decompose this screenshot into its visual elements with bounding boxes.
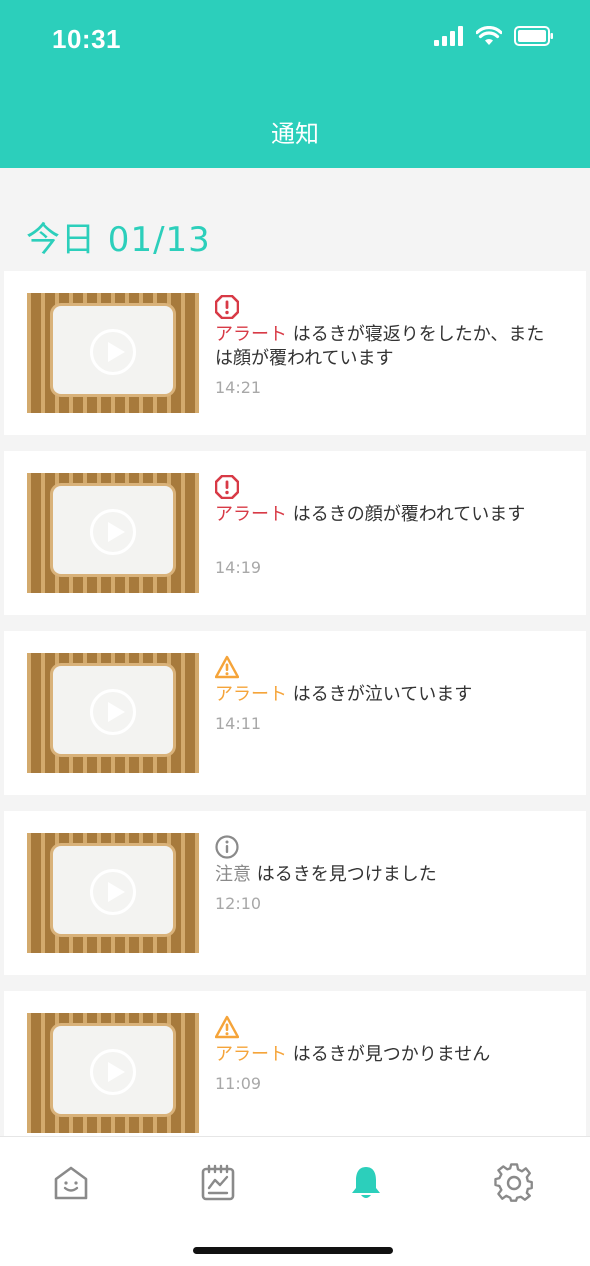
severity-tag: アラート (215, 504, 287, 525)
notification-text: アラート はるきが寝返りをしたか、または顔が覆われています (215, 323, 545, 371)
tab-home[interactable] (47, 1159, 95, 1207)
notification-text: アラート はるきが見つかりません (215, 1043, 545, 1067)
severity-tag: 注意 (215, 864, 251, 885)
notification-message: はるきが泣いています (292, 684, 473, 705)
home-indicator[interactable] (193, 1247, 393, 1254)
notification-list[interactable]: 今日 01/13 アラート はるきが寝返りをしたか、または顔が覆われています 1… (0, 168, 590, 1136)
notification-card[interactable]: 注意 はるきを見つけました 12:10 (4, 811, 586, 975)
severity-tag: アラート (215, 1044, 287, 1065)
notification-text: アラート はるきが泣いています (215, 683, 545, 707)
play-icon[interactable] (90, 329, 136, 375)
status-time: 10:31 (52, 24, 121, 54)
notification-text: アラート はるきの顔が覆われています (215, 503, 545, 527)
notification-card[interactable]: アラート はるきが泣いています 14:11 (4, 631, 586, 795)
notification-message: はるきの顔が覆われています (292, 504, 526, 525)
severity-tag: アラート (215, 684, 287, 705)
wifi-icon (476, 26, 502, 45)
warning-triangle-icon (215, 655, 239, 679)
video-thumbnail[interactable] (27, 293, 199, 413)
video-thumbnail[interactable] (27, 473, 199, 593)
severity-tag: アラート (215, 324, 287, 345)
info-circle-icon (215, 835, 239, 859)
play-icon[interactable] (90, 509, 136, 555)
alert-octagon-icon (215, 475, 239, 499)
notification-card[interactable]: アラート はるきが見つかりません 11:09 (4, 991, 586, 1136)
alert-octagon-icon (215, 295, 239, 319)
battery-icon (514, 26, 553, 46)
nav-header: 通知 (0, 80, 590, 168)
tab-notifications[interactable] (342, 1159, 390, 1207)
warning-triangle-icon (215, 1015, 239, 1039)
page-title: 通知 (271, 120, 319, 148)
video-thumbnail[interactable] (27, 833, 199, 953)
cellular-signal-icon (434, 26, 463, 46)
notification-time: 12:10 (215, 894, 262, 913)
play-icon[interactable] (90, 869, 136, 915)
notification-time: 14:11 (215, 714, 262, 733)
tab-settings[interactable] (490, 1159, 538, 1207)
notification-message: はるきを見つけました (256, 864, 437, 885)
gear-icon (494, 1163, 533, 1202)
date-heading: 今日 01/13 (26, 220, 211, 260)
play-icon[interactable] (90, 689, 136, 735)
notification-text: 注意 はるきを見つけました (215, 863, 545, 887)
notification-message: はるきが見つかりません (292, 1044, 491, 1065)
status-bar: 10:31 (0, 0, 590, 80)
notification-time: 11:09 (215, 1074, 262, 1093)
video-thumbnail[interactable] (27, 1013, 199, 1133)
notification-card[interactable]: アラート はるきの顔が覆われています 14:19 (4, 451, 586, 615)
notification-time: 14:19 (215, 558, 262, 577)
notification-time: 14:21 (215, 378, 262, 397)
video-thumbnail[interactable] (27, 653, 199, 773)
notification-card[interactable]: アラート はるきが寝返りをしたか、または顔が覆われています 14:21 (4, 271, 586, 435)
clipboard-chart-icon (201, 1164, 235, 1201)
bell-icon (352, 1167, 380, 1198)
play-icon[interactable] (90, 1049, 136, 1095)
home-face-icon (54, 1166, 88, 1200)
status-icons (434, 26, 554, 46)
tab-bar (0, 1136, 590, 1266)
tab-log[interactable] (194, 1159, 242, 1207)
